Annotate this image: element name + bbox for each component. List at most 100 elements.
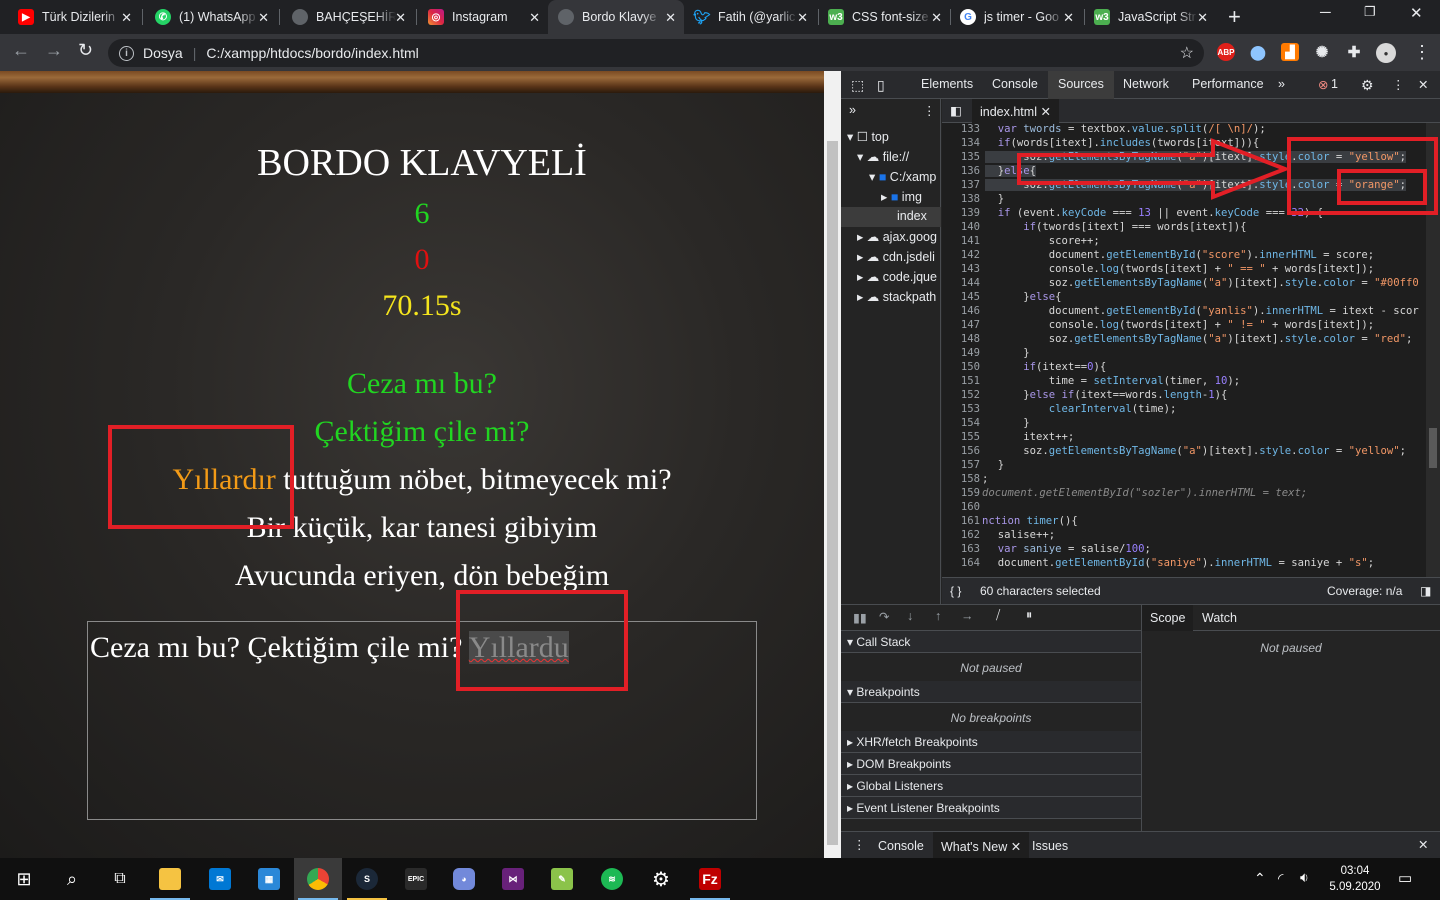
- notepad-plus-icon[interactable]: ✎: [538, 858, 586, 900]
- new-tab-button[interactable]: +: [1228, 4, 1241, 30]
- toggle-navigator-icon[interactable]: ◧: [950, 103, 962, 118]
- chrome-icon[interactable]: [294, 858, 342, 900]
- section-global-listeners[interactable]: ▸ Global Listeners: [841, 775, 1141, 797]
- globe-extension-icon[interactable]: ✺: [1313, 43, 1331, 61]
- settings-gear-icon[interactable]: ⚙: [637, 858, 685, 900]
- visual-studio-icon[interactable]: ⋈: [489, 858, 537, 900]
- store-icon[interactable]: ▦: [245, 858, 293, 900]
- close-window-button[interactable]: ✕: [1410, 4, 1423, 22]
- section-dom-breakpoints[interactable]: ▸ DOM Breakpoints: [841, 753, 1141, 775]
- filezilla-icon[interactable]: Fz: [686, 858, 734, 900]
- file-explorer-icon[interactable]: [146, 858, 194, 900]
- drawer-tab-issues[interactable]: Issues: [1032, 839, 1068, 853]
- typing-textarea[interactable]: Ceza mı bu? Çektiğim çile mi? Yıllardu: [87, 621, 757, 820]
- close-file-icon[interactable]: ✕: [1040, 105, 1050, 119]
- tab-youtube[interactable]: ▶ Türk Dizilerin ✕: [8, 0, 140, 34]
- discord-icon[interactable]: ◕: [440, 858, 488, 900]
- tab-watch[interactable]: Watch: [1202, 611, 1237, 625]
- tab-css-font-size[interactable]: w3 CSS font-size ✕: [818, 0, 950, 34]
- pause-icon[interactable]: ▮▮: [853, 610, 867, 625]
- back-arrow-icon[interactable]: ←: [12, 40, 30, 61]
- step-into-icon[interactable]: ↓: [907, 609, 913, 623]
- tab-bahcesehir[interactable]: BAHÇEŞEHİR ✕: [282, 0, 414, 34]
- restore-button[interactable]: ❐: [1364, 4, 1376, 20]
- reload-icon[interactable]: ↻: [78, 40, 93, 61]
- close-tab-icon[interactable]: ✕: [395, 10, 406, 26]
- tree-item-cdn[interactable]: ▸ ☁ cdn.jsdeli: [857, 249, 935, 264]
- close-tab-icon[interactable]: ✕: [931, 10, 942, 26]
- tab-scope[interactable]: Scope: [1142, 605, 1194, 631]
- pause-on-exceptions-icon[interactable]: ⏸: [1026, 608, 1032, 623]
- close-tab-icon[interactable]: ✕: [529, 10, 540, 26]
- settings-gear-icon[interactable]: ⚙: [1361, 77, 1374, 94]
- drawer-tab-console[interactable]: Console: [878, 839, 924, 853]
- close-tab-icon[interactable]: ✕: [258, 10, 269, 26]
- address-bar[interactable]: i Dosya | C:/xampp/htdocs/bordo/index.ht…: [108, 39, 1204, 67]
- forward-arrow-icon[interactable]: →: [45, 40, 63, 61]
- tree-item-jquery[interactable]: ▸ ☁ code.jque: [857, 269, 937, 284]
- wifi-icon[interactable]: ◜: [1278, 870, 1283, 887]
- spotify-icon[interactable]: ≋: [588, 858, 636, 900]
- info-icon[interactable]: i: [119, 45, 134, 61]
- tab-instagram[interactable]: ◎ Instagram ✕: [418, 0, 548, 34]
- drawer-menu-icon[interactable]: ⋮: [853, 837, 866, 852]
- editor-file-tab[interactable]: index.html ✕: [972, 99, 1059, 123]
- tab-js-timer[interactable]: G js timer - Goo ✕: [950, 0, 1082, 34]
- tab-twitter[interactable]: 🐦︎ Fatih (@yarlic ✕: [684, 0, 816, 34]
- page-scrollbar[interactable]: [824, 71, 841, 858]
- volume-icon[interactable]: 🔉︎: [1300, 869, 1309, 886]
- mail-icon[interactable]: ✉: [196, 858, 244, 900]
- coverage-toggle-icon[interactable]: ◨: [1420, 584, 1431, 598]
- close-tab-icon[interactable]: ✕: [1197, 10, 1208, 26]
- search-icon[interactable]: ⌕: [48, 858, 96, 900]
- tab-network[interactable]: Network: [1123, 77, 1169, 91]
- start-windows-icon[interactable]: ⊞: [0, 858, 48, 900]
- minimize-button[interactable]: ─: [1320, 4, 1331, 21]
- pretty-print-icon[interactable]: { }: [950, 584, 961, 598]
- tray-chevron-icon[interactable]: ⌃: [1254, 870, 1266, 887]
- close-tab-icon[interactable]: ✕: [1063, 10, 1074, 26]
- drawer-tab-whats-new[interactable]: What's New ✕: [933, 832, 1030, 859]
- scrollbar-thumb[interactable]: [1429, 428, 1437, 468]
- tree-item-index[interactable]: index: [841, 207, 941, 227]
- chart-extension-icon[interactable]: ▟: [1281, 43, 1299, 61]
- extensions-puzzle-icon[interactable]: ✚: [1345, 43, 1363, 61]
- device-toolbar-icon[interactable]: ▯: [877, 77, 885, 94]
- close-tab-icon[interactable]: ✕: [1011, 840, 1021, 854]
- tab-performance[interactable]: Performance: [1192, 77, 1264, 91]
- step-over-icon[interactable]: ↷: [879, 609, 889, 624]
- error-icon[interactable]: ⊗: [1318, 77, 1328, 92]
- close-tab-icon[interactable]: ✕: [121, 10, 132, 26]
- tab-elements[interactable]: Elements: [921, 77, 973, 91]
- tree-item-ajax[interactable]: ▸ ☁ ajax.goog: [857, 229, 937, 244]
- tree-item-stackpath[interactable]: ▸ ☁ stackpath: [857, 289, 936, 304]
- bookmark-star-icon[interactable]: ☆: [1180, 43, 1194, 63]
- epic-games-icon[interactable]: EPIC: [392, 858, 440, 900]
- tab-javascript-str[interactable]: w3 JavaScript Str ✕: [1084, 0, 1216, 34]
- close-tab-icon[interactable]: ✕: [797, 10, 808, 26]
- system-clock[interactable]: 03:04 5.09.2020: [1320, 863, 1390, 895]
- notifications-icon[interactable]: ▭: [1398, 869, 1412, 887]
- section-call-stack[interactable]: ▾ Call Stack: [841, 631, 1141, 653]
- tab-console[interactable]: Console: [992, 77, 1038, 91]
- step-out-icon[interactable]: ↑: [935, 609, 941, 623]
- tab-sources[interactable]: Sources: [1048, 71, 1114, 99]
- devtools-menu-icon[interactable]: ⋮: [1392, 77, 1405, 92]
- tab-whatsapp[interactable]: ✆ (1) WhatsApp ✕: [145, 0, 277, 34]
- menu-kebab-icon[interactable]: ⋮: [1413, 42, 1431, 63]
- address-url[interactable]: C:/xampp/htdocs/bordo/index.html: [206, 45, 418, 61]
- section-breakpoints[interactable]: ▾ Breakpoints: [841, 681, 1141, 703]
- location-pin-icon[interactable]: ⬤: [1249, 43, 1267, 61]
- profile-avatar[interactable]: ●: [1376, 43, 1396, 63]
- navigator-menu-icon[interactable]: ⋮: [923, 103, 936, 118]
- tab-bordo-klavye[interactable]: Bordo Klavye ✕: [548, 0, 684, 34]
- steam-icon[interactable]: S: [343, 858, 391, 900]
- section-xhr-breakpoints[interactable]: ▸ XHR/fetch Breakpoints: [841, 731, 1141, 753]
- code-editor[interactable]: 133 var twords = textbox.value.split(/[ …: [942, 123, 1440, 577]
- inspect-element-icon[interactable]: ⬚: [851, 77, 864, 94]
- step-icon[interactable]: →: [961, 609, 974, 623]
- close-tab-icon[interactable]: ✕: [665, 10, 676, 26]
- collapse-navigator-icon[interactable]: »: [849, 103, 856, 117]
- error-count[interactable]: 1: [1331, 77, 1338, 91]
- adblock-icon[interactable]: ABP: [1217, 43, 1235, 61]
